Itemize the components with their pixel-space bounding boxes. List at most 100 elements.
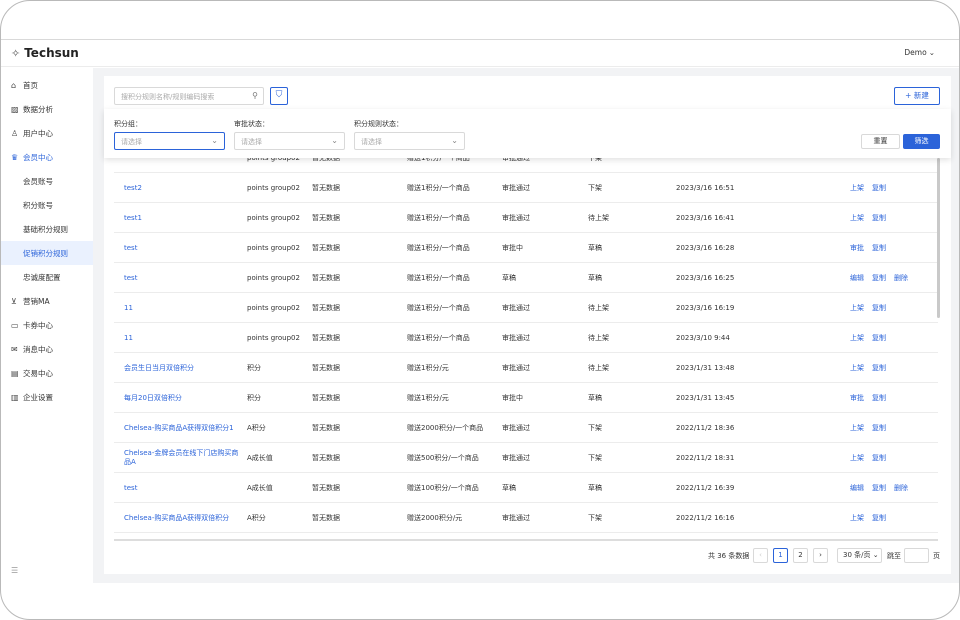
cell-group: points group02 — [247, 273, 300, 282]
jump-label: 跳至 — [887, 552, 901, 560]
action-link[interactable]: 编辑 — [850, 484, 864, 493]
cell-name[interactable]: test2 — [124, 173, 242, 203]
sidebar-item-messages[interactable]: ✉ 消息中心 — [1, 337, 93, 361]
cell-name[interactable]: Chelsea-购买商品A获得双倍积分 — [124, 503, 242, 533]
sidebar-item-enterprise[interactable]: ▥ 企业设置 — [1, 385, 93, 409]
cell-data: 暂无数据 — [312, 183, 340, 192]
table-row: test A成长值 暂无数据 赠送100积分/一个商品 草稿 草稿 2022/11/2 16… — [114, 473, 938, 503]
cell-time: 2022/11/2 18:31 — [676, 453, 735, 462]
cell-time: 2023/3/16 16:19 — [676, 303, 735, 312]
page-1-button[interactable]: 1 — [773, 548, 788, 563]
cell-name[interactable]: test — [124, 263, 242, 293]
status-select-placeholder: 请选择 — [361, 138, 382, 146]
page-2-button[interactable]: 2 — [793, 548, 808, 563]
cell-name[interactable]: 每月20日双倍积分 — [124, 383, 242, 413]
collapse-menu-icon[interactable]: ☰ — [11, 566, 18, 575]
action-link[interactable]: 删除 — [894, 484, 908, 493]
prev-page-button[interactable]: ‹ — [753, 548, 768, 563]
cell-rule: 赠送1积分/一个商品 — [407, 273, 470, 282]
action-link[interactable]: 上架 — [850, 214, 864, 223]
sidebar-item-marketing[interactable]: ⊻ 营销MA — [1, 289, 93, 313]
action-link[interactable]: 上架 — [850, 454, 864, 463]
user-menu[interactable]: Demo ⌄ — [904, 48, 935, 57]
cell-name[interactable]: Chelsea-购买商品A获得双倍积分1 — [124, 413, 242, 443]
cell-name[interactable]: 会员生日当月双倍积分 — [124, 353, 242, 383]
action-link[interactable]: 编辑 — [850, 274, 864, 283]
group-select[interactable]: 请选择 ⌄ — [114, 132, 225, 150]
sidebar-subitem-points-account[interactable]: 积分账号 — [1, 193, 93, 217]
action-link[interactable]: 复制 — [872, 364, 886, 373]
action-link[interactable]: 复制 — [872, 454, 886, 463]
cell-data: 暂无数据 — [312, 363, 340, 372]
sidebar-subitem-promo-rules[interactable]: 促销积分规则 — [1, 241, 93, 265]
search-input[interactable]: 搜积分规则名称/规则编码搜索 ⚲ — [114, 87, 264, 105]
sidebar-subitem-loyalty-config[interactable]: 忠诚度配置 — [1, 265, 93, 289]
action-link[interactable]: 复制 — [872, 214, 886, 223]
action-link[interactable]: 上架 — [850, 514, 864, 523]
search-icon[interactable]: ⚲ — [252, 91, 258, 100]
sidebar-item-analytics[interactable]: ▨ 数据分析 — [1, 97, 93, 121]
action-link[interactable]: 复制 — [872, 304, 886, 313]
cell-status: 下架 — [588, 183, 602, 192]
cell-time: 2022/11/2 16:16 — [676, 513, 735, 522]
jump-page-input[interactable] — [904, 548, 929, 563]
cell-status: 草稿 — [588, 273, 602, 282]
new-button[interactable]: + 新建 — [894, 87, 940, 105]
reset-button[interactable]: 重置 — [861, 134, 900, 149]
action-link[interactable]: 上架 — [850, 304, 864, 313]
action-link[interactable]: 复制 — [872, 484, 886, 493]
sidebar-item-label: 用户中心 — [23, 128, 53, 138]
action-link[interactable]: 上架 — [850, 424, 864, 433]
action-link[interactable]: 复制 — [872, 184, 886, 193]
cell-actions: 上架 复制 — [850, 503, 938, 533]
action-link[interactable]: 复制 — [872, 274, 886, 283]
apply-filter-button[interactable]: 筛选 — [903, 134, 940, 149]
action-link[interactable]: 审批 — [850, 244, 864, 253]
cell-time: 2023/1/31 13:48 — [676, 363, 735, 372]
status-select[interactable]: 请选择 ⌄ — [354, 132, 465, 150]
vertical-scrollbar[interactable] — [937, 158, 940, 318]
cell-status: 下架 — [588, 423, 602, 432]
cell-name[interactable]: test — [124, 473, 242, 503]
action-link[interactable]: 复制 — [872, 244, 886, 253]
cell-approval: 审批通过 — [502, 213, 530, 222]
action-link[interactable]: 上架 — [850, 334, 864, 343]
page-unit-label: 页 — [933, 552, 940, 560]
next-page-button[interactable]: › — [813, 548, 828, 563]
sidebar-item-label: 数据分析 — [23, 104, 53, 114]
trade-icon: ▤ — [11, 368, 19, 378]
action-link[interactable]: 复制 — [872, 514, 886, 523]
sidebar-item-home[interactable]: ⌂ 首页 — [1, 73, 93, 97]
cell-group: points group02 — [247, 303, 300, 312]
action-link[interactable]: 复制 — [872, 424, 886, 433]
action-link[interactable]: 上架 — [850, 184, 864, 193]
filter-toggle-button[interactable]: ⛉ — [270, 87, 288, 105]
action-link[interactable]: 复制 — [872, 394, 886, 403]
action-link[interactable]: 删除 — [894, 274, 908, 283]
sidebar-item-members[interactable]: ♛ 会员中心 — [1, 145, 93, 169]
horizontal-scrollbar[interactable] — [114, 539, 938, 541]
cell-actions: 编辑 复制 删除 — [850, 473, 938, 503]
approval-select[interactable]: 请选择 ⌄ — [234, 132, 345, 150]
sidebar-subitem-basic-rules[interactable]: 基础积分规则 — [1, 217, 93, 241]
cell-time: 2022/11/2 18:36 — [676, 423, 735, 432]
cell-name[interactable]: test1 — [124, 203, 242, 233]
sidebar-subitem-member-account[interactable]: 会员账号 — [1, 169, 93, 193]
cell-time: 2022/11/2 16:39 — [676, 483, 735, 492]
sidebar-item-trade[interactable]: ▤ 交易中心 — [1, 361, 93, 385]
sidebar-item-users[interactable]: ♙ 用户中心 — [1, 121, 93, 145]
cell-status: 待上架 — [588, 303, 609, 312]
cell-name[interactable]: 11 — [124, 293, 242, 323]
cell-rule: 赠送1积分/一个商品 — [407, 158, 499, 173]
chevron-down-icon: ⌄ — [872, 551, 879, 559]
rules-table: points group02 暂无数据 赠送1积分/一个商品 审批通过 下架 t… — [114, 158, 938, 541]
action-link[interactable]: 复制 — [872, 334, 886, 343]
cell-name[interactable]: test — [124, 233, 242, 263]
action-link[interactable]: 审批 — [850, 394, 864, 403]
page-size-select[interactable]: 30 条/页 ⌄ — [837, 548, 882, 563]
cell-name[interactable]: Chelsea-金牌会员在线下门店购买商品A — [124, 443, 242, 473]
group-filter-label: 积分组： — [114, 120, 142, 128]
sidebar-item-coupons[interactable]: ▭ 卡券中心 — [1, 313, 93, 337]
cell-name[interactable]: 11 — [124, 323, 242, 353]
action-link[interactable]: 上架 — [850, 364, 864, 373]
